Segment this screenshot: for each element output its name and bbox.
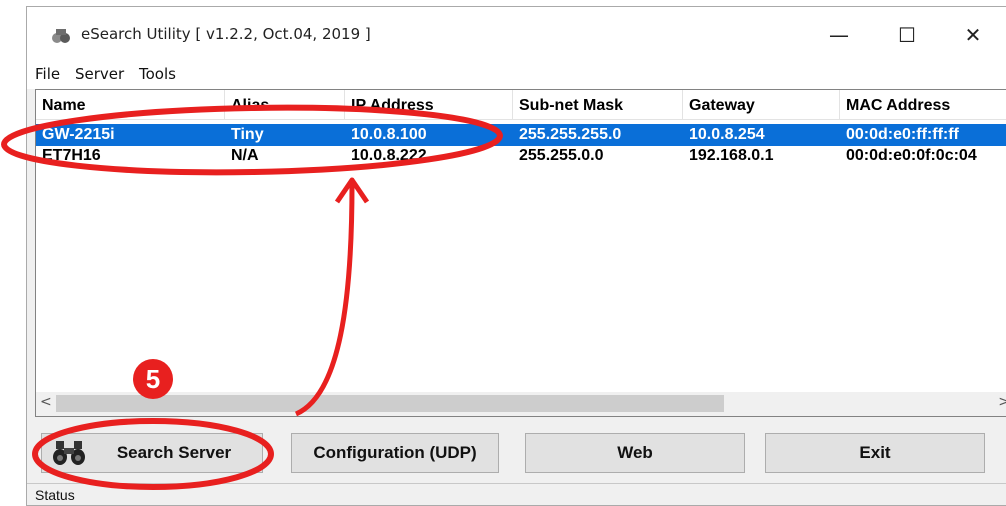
web-button[interactable]: Web [525, 433, 745, 473]
table-row[interactable]: ET7H16 N/A 10.0.8.222 255.255.0.0 192.16… [36, 145, 1006, 167]
title-bar: eSearch Utility [ v1.2.2, Oct.04, 2019 ]… [27, 7, 1006, 59]
cell-alias: Tiny [231, 126, 264, 143]
column-header-mac[interactable]: MAC Address [840, 90, 1006, 119]
configuration-udp-button[interactable]: Configuration (UDP) [291, 433, 499, 473]
cell-alias: N/A [231, 147, 259, 164]
menu-tools[interactable]: Tools [139, 65, 176, 83]
cell-ip: 10.0.8.100 [351, 126, 427, 143]
column-header-ip[interactable]: IP Address [345, 90, 513, 119]
status-bar: Status [27, 483, 1006, 505]
esearch-window: eSearch Utility [ v1.2.2, Oct.04, 2019 ]… [26, 6, 1006, 506]
column-header-gateway[interactable]: Gateway [683, 90, 840, 119]
window-title: eSearch Utility [ v1.2.2, Oct.04, 2019 ] [81, 25, 371, 43]
column-header-alias[interactable]: Alias [225, 90, 345, 119]
maximize-button[interactable]: ☐ [885, 17, 929, 53]
module-list[interactable]: Name Alias IP Address Sub-net Mask Gatew… [35, 89, 1006, 417]
close-button[interactable]: ✕ [951, 17, 995, 53]
scroll-right-icon[interactable]: > [998, 394, 1006, 410]
cell-mac: 00:0d:e0:ff:ff:ff [846, 126, 959, 143]
search-server-label: Search Server [116, 443, 232, 462]
menu-file[interactable]: File [35, 65, 60, 83]
scroll-left-icon[interactable]: < [40, 394, 52, 410]
column-header-name[interactable]: Name [36, 90, 225, 119]
cell-gateway: 10.0.8.254 [689, 126, 765, 143]
cell-name: GW-2215i [42, 126, 115, 143]
cell-name: ET7H16 [42, 147, 101, 164]
exit-button[interactable]: Exit [765, 433, 985, 473]
cell-ip: 10.0.8.222 [351, 147, 427, 164]
horizontal-scrollbar[interactable]: < > [36, 392, 1006, 416]
cell-gateway: 192.168.0.1 [689, 147, 774, 164]
binoculars-icon [53, 441, 85, 465]
step-number-badge: 5 [133, 359, 173, 399]
search-server-button[interactable]: Search Server [41, 433, 263, 473]
column-header-subnet[interactable]: Sub-net Mask [513, 90, 683, 119]
menu-bar: File Server Tools [27, 59, 1006, 89]
binoculars-app-icon [52, 29, 70, 43]
list-header: Name Alias IP Address Sub-net Mask Gatew… [36, 90, 1006, 120]
status-text: Status [35, 487, 75, 503]
cell-mac: 00:0d:e0:0f:0c:04 [846, 147, 977, 164]
menu-server[interactable]: Server [75, 65, 124, 83]
table-row[interactable]: GW-2215i Tiny 10.0.8.100 255.255.255.0 1… [36, 124, 1006, 146]
cell-subnet: 255.255.0.0 [519, 147, 604, 164]
minimize-button[interactable]: — [817, 17, 861, 53]
cell-subnet: 255.255.255.0 [519, 126, 622, 143]
